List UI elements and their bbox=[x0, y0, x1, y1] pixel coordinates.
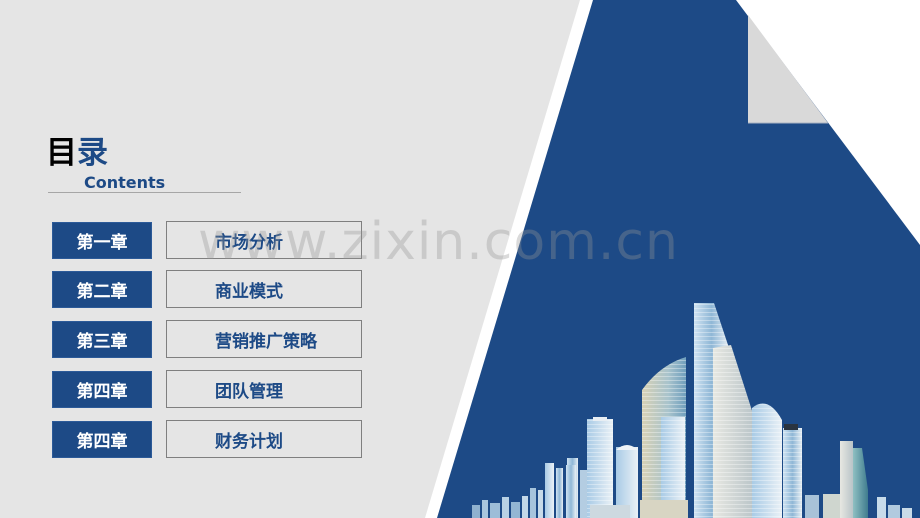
chapter-label: 第二章 bbox=[52, 271, 152, 308]
chapter-label: 第四章 bbox=[52, 371, 152, 408]
chapter-topic[interactable]: 营销推广策略 bbox=[166, 320, 362, 358]
page-title: 目录 bbox=[46, 135, 108, 171]
toc-title: 目录 Contents bbox=[46, 135, 165, 192]
chapter-topic[interactable]: 财务计划 bbox=[166, 420, 362, 458]
chapter-label: 第三章 bbox=[52, 321, 152, 358]
title-char-1: 目 bbox=[46, 135, 77, 171]
page-subtitle: Contents bbox=[84, 173, 166, 192]
chapter-topic[interactable]: 团队管理 bbox=[166, 370, 362, 408]
chapter-label: 第四章 bbox=[52, 421, 152, 458]
chapter-topic[interactable]: 市场分析 bbox=[166, 221, 362, 259]
gray-triangle-accent bbox=[748, 15, 828, 123]
chapter-topic[interactable]: 商业模式 bbox=[166, 270, 362, 308]
chapter-label: 第一章 bbox=[52, 222, 152, 259]
title-char-2: 录 bbox=[77, 135, 108, 171]
title-divider bbox=[48, 192, 241, 193]
